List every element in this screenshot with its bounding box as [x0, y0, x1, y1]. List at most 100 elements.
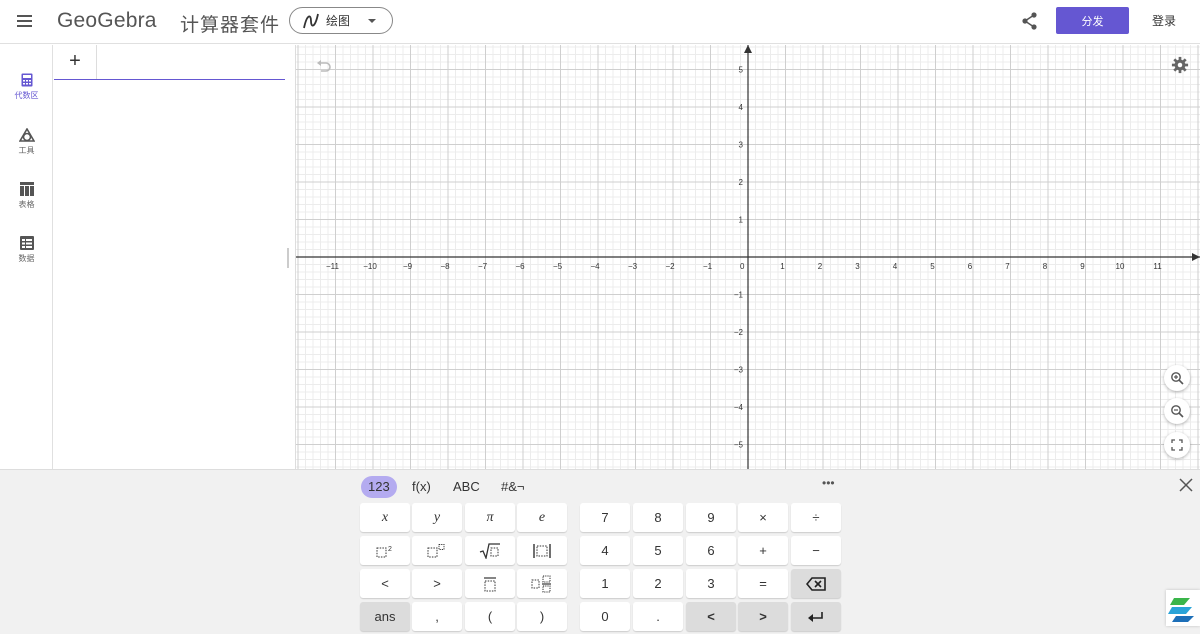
y-tick-label: 5 — [739, 66, 744, 75]
key-minus[interactable]: − — [791, 536, 841, 565]
key-8[interactable]: 8 — [633, 503, 683, 532]
x-tick-label: 0 — [740, 262, 745, 271]
key-5[interactable]: 5 — [633, 536, 683, 565]
key-squared[interactable]: 2 — [360, 536, 410, 565]
undo-icon[interactable] — [316, 59, 332, 73]
tab-symbols[interactable]: #&¬ — [494, 476, 532, 498]
x-tick-label: −11 — [326, 262, 340, 271]
key-equals[interactable]: = — [738, 569, 788, 598]
app-logo: GeoGebra — [57, 9, 157, 32]
virtual-keyboard: 123 f(x) ABC #&¬ ••• x y π e 7 8 9 × ÷ 2 — [0, 469, 1200, 634]
menu-icon[interactable] — [14, 12, 36, 32]
x-tick-label: −8 — [440, 262, 450, 271]
key-7[interactable]: 7 — [580, 503, 630, 532]
fullscreen-icon — [1171, 439, 1183, 451]
backspace-button[interactable] — [791, 569, 841, 598]
key-ans[interactable]: ans — [360, 602, 410, 631]
fullscreen-button[interactable] — [1164, 432, 1190, 458]
x-tick-label: −3 — [628, 262, 638, 271]
key-x[interactable]: x — [360, 503, 410, 532]
key-greater-than[interactable]: > — [412, 569, 462, 598]
key-times[interactable]: × — [738, 503, 788, 532]
tab-123[interactable]: 123 — [361, 476, 397, 498]
enter-button[interactable] — [791, 602, 841, 631]
power-icon — [427, 543, 445, 557]
x-tick-label: −4 — [590, 262, 600, 271]
x-tick-label: 11 — [1153, 262, 1162, 271]
rail-item-data[interactable]: 数据 — [0, 236, 53, 280]
key-3[interactable]: 3 — [686, 569, 736, 598]
x-tick-label: 10 — [1116, 262, 1125, 271]
rail-label-algebra: 代数区 — [14, 91, 39, 100]
key-e[interactable]: e — [517, 503, 567, 532]
x-tick-label: 5 — [930, 262, 935, 271]
x-tick-label: −1 — [703, 262, 713, 271]
zoom-in-button[interactable] — [1164, 365, 1190, 391]
x-tick-label: −9 — [403, 262, 413, 271]
login-button[interactable]: 登录 — [1152, 12, 1176, 29]
key-1[interactable]: 1 — [580, 569, 630, 598]
abs-icon — [533, 543, 551, 558]
key-left-paren[interactable]: ( — [465, 602, 515, 631]
suite-title: 计算器套件 — [180, 14, 281, 36]
key-power[interactable] — [412, 536, 462, 565]
splitter-grip[interactable] — [287, 248, 289, 268]
key-pi[interactable]: π — [465, 503, 515, 532]
key-divide[interactable]: ÷ — [791, 503, 841, 532]
app-picker[interactable]: 绘图 — [289, 7, 393, 34]
graphics-view[interactable]: −11 −10 −9 −8 −7 −6 −5 −4 −3 −2 −1 0 1 2 3 4 5 6 7 8 9 10 11 5 4… — [296, 45, 1200, 469]
y-axis-arrow — [744, 45, 752, 53]
coordinate-grid[interactable]: −11 −10 −9 −8 −7 −6 −5 −4 −3 −2 −1 0 1 2 3 4 5 6 7 8 9 10 1154… — [296, 45, 1200, 469]
y-tick-label: 3 — [739, 141, 744, 150]
y-tick-label: 4 — [739, 103, 744, 112]
key-sqrt[interactable] — [465, 536, 515, 565]
algebra-input-row[interactable]: + — [54, 45, 285, 80]
x-tick-label: 9 — [1080, 262, 1085, 271]
close-icon[interactable] — [1179, 478, 1193, 492]
zoom-in-icon — [1171, 372, 1184, 385]
tab-abc[interactable]: ABC — [446, 476, 487, 498]
key-6[interactable]: 6 — [686, 536, 736, 565]
key-comma[interactable]: , — [412, 602, 462, 631]
algebra-panel: + — [54, 45, 285, 469]
share-icon[interactable] — [1020, 11, 1040, 31]
backspace-icon — [806, 576, 826, 591]
key-cursor-right[interactable]: > — [738, 602, 788, 631]
tab-functions[interactable]: f(x) — [405, 476, 438, 498]
y-tick-label: −1 — [734, 291, 744, 300]
side-rail: 代数区 工具 表格 数据 — [0, 45, 53, 469]
key-mixed-fraction[interactable] — [517, 569, 567, 598]
y-tick-label: −2 — [734, 328, 744, 337]
gear-icon[interactable] — [1171, 56, 1189, 74]
rail-item-algebra[interactable]: 代数区 — [0, 73, 53, 117]
rail-item-table[interactable]: 表格 — [0, 182, 53, 226]
corner-logo-icon[interactable] — [1166, 590, 1200, 626]
key-less-than[interactable]: < — [360, 569, 410, 598]
svg-text:2: 2 — [388, 546, 392, 553]
rail-item-tools[interactable]: 工具 — [0, 128, 53, 172]
x-tick-label: 6 — [968, 262, 973, 271]
add-button[interactable]: + — [54, 45, 97, 79]
x-tick-label: 1 — [780, 262, 785, 271]
key-dot[interactable]: . — [633, 602, 683, 631]
key-fraction[interactable] — [465, 569, 515, 598]
key-cursor-left[interactable]: < — [686, 602, 736, 631]
data-icon — [19, 236, 34, 250]
key-right-paren[interactable]: ) — [517, 602, 567, 631]
zoom-out-icon — [1171, 405, 1184, 418]
key-9[interactable]: 9 — [686, 503, 736, 532]
table-icon — [19, 182, 34, 196]
key-4[interactable]: 4 — [580, 536, 630, 565]
distribute-button[interactable]: 分发 — [1056, 7, 1129, 34]
y-tick-label: 2 — [739, 178, 744, 187]
key-y[interactable]: y — [412, 503, 462, 532]
zoom-out-button[interactable] — [1164, 398, 1190, 424]
y-tick-label: −3 — [734, 366, 744, 375]
calculator-icon — [21, 73, 32, 87]
more-keys-button[interactable]: ••• — [822, 476, 835, 490]
key-2[interactable]: 2 — [633, 569, 683, 598]
key-abs[interactable] — [517, 536, 567, 565]
key-plus[interactable]: + — [738, 536, 788, 565]
panel-splitter[interactable] — [286, 45, 296, 469]
key-0[interactable]: 0 — [580, 602, 630, 631]
